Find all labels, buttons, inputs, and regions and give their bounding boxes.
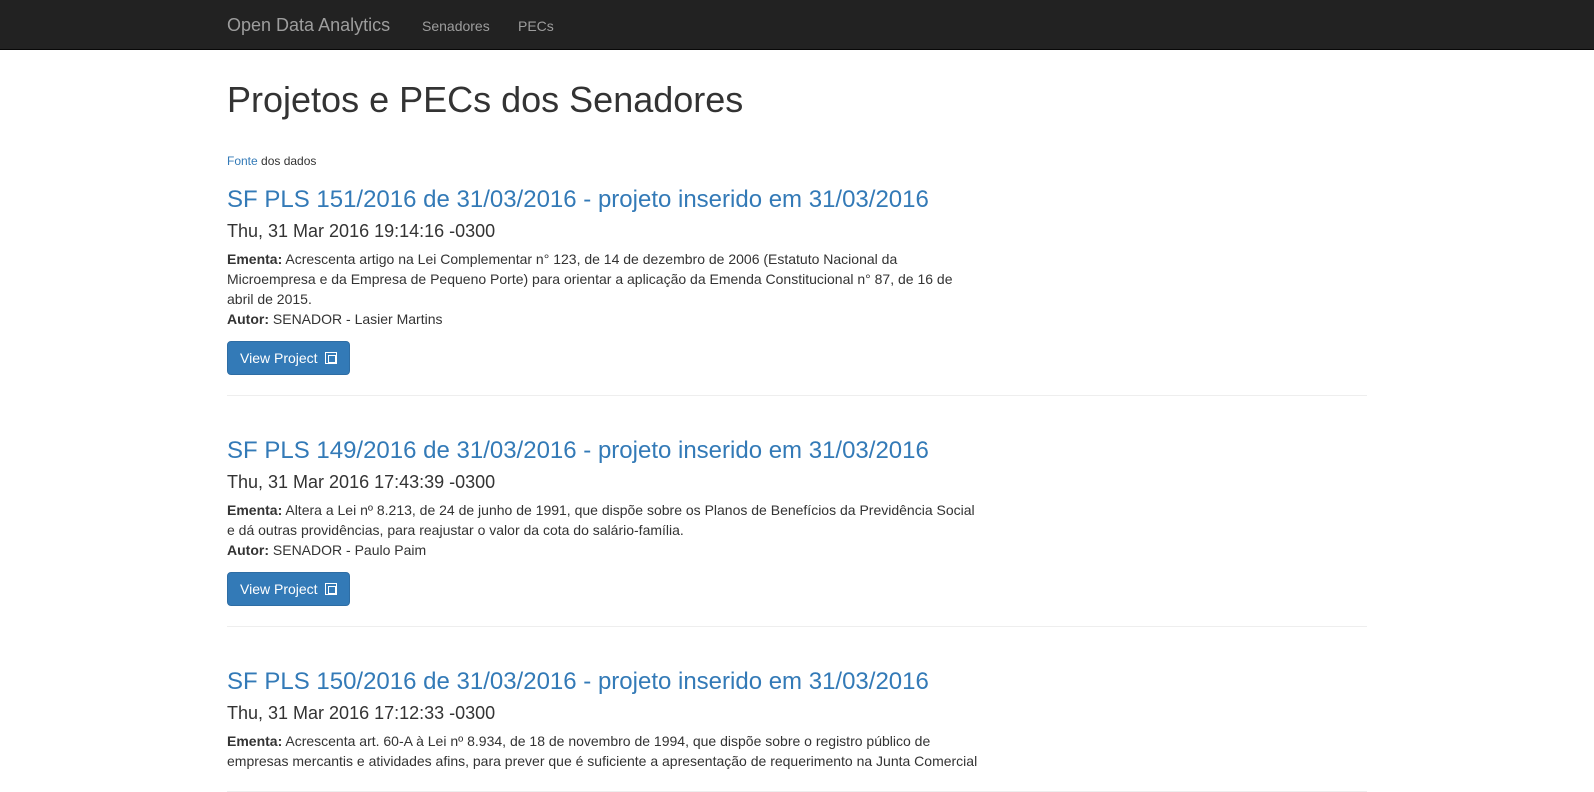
ementa-label: Ementa: xyxy=(227,502,283,518)
autor-label: Autor: xyxy=(227,311,269,327)
autor-text: SENADOR - Lasier Martins xyxy=(272,311,443,327)
view-project-label: View Project xyxy=(240,581,318,597)
autor-label: Autor: xyxy=(227,542,269,558)
project-body: Ementa: Acrescenta artigo na Lei Complem… xyxy=(227,249,979,329)
view-project-button[interactable]: View Project xyxy=(227,572,351,606)
nav-link-pecs[interactable]: PECs xyxy=(518,17,554,35)
navbar-brand[interactable]: Open Data Analytics xyxy=(227,14,390,36)
project-post: SF PLS 149/2016 de 31/03/2016 - projeto … xyxy=(227,436,1367,627)
project-date: Thu, 31 Mar 2016 19:14:16 -0300 xyxy=(227,221,496,241)
project-date: Thu, 31 Mar 2016 17:43:39 -0300 xyxy=(227,472,496,492)
project-title-link[interactable]: SF PLS 149/2016 de 31/03/2016 - projeto … xyxy=(227,436,1367,466)
project-body: Ementa: Acrescenta art. 60-A à Lei nº 8.… xyxy=(227,731,979,771)
source-text: dos dados xyxy=(257,154,317,168)
project-date: Thu, 31 Mar 2016 17:12:33 -0300 xyxy=(227,703,496,723)
view-project-label: View Project xyxy=(240,350,318,366)
project-post: SF PLS 151/2016 de 31/03/2016 - projeto … xyxy=(227,185,1367,396)
main-container: Projetos e PECs dos Senadores Fonte dos … xyxy=(227,50,1367,792)
source-line: Fonte dos dados xyxy=(227,153,1367,169)
source-link[interactable]: Fonte xyxy=(227,154,258,168)
ementa-text: Acrescenta art. 60-A à Lei nº 8.934, de … xyxy=(227,733,978,769)
ementa-text: Acrescenta artigo na Lei Complementar n°… xyxy=(227,251,953,307)
external-link-icon xyxy=(325,583,338,595)
nav-link-senadores[interactable]: Senadores xyxy=(422,17,490,35)
ementa-label: Ementa: xyxy=(227,733,283,749)
view-project-button[interactable]: View Project xyxy=(227,341,351,375)
ementa-text: Altera a Lei nº 8.213, de 24 de junho de… xyxy=(227,502,975,538)
autor-text: SENADOR - Paulo Paim xyxy=(272,542,427,558)
external-link-icon xyxy=(325,352,338,364)
project-title-link[interactable]: SF PLS 150/2016 de 31/03/2016 - projeto … xyxy=(227,667,1367,697)
ementa-label: Ementa: xyxy=(227,251,283,267)
project-body: Ementa: Altera a Lei nº 8.213, de 24 de … xyxy=(227,500,979,560)
project-title-link[interactable]: SF PLS 151/2016 de 31/03/2016 - projeto … xyxy=(227,185,1367,215)
page-title: Projetos e PECs dos Senadores xyxy=(227,79,744,120)
project-post: SF PLS 150/2016 de 31/03/2016 - projeto … xyxy=(227,667,1367,792)
top-navbar: Open Data Analytics Senadores PECs xyxy=(0,0,1594,50)
